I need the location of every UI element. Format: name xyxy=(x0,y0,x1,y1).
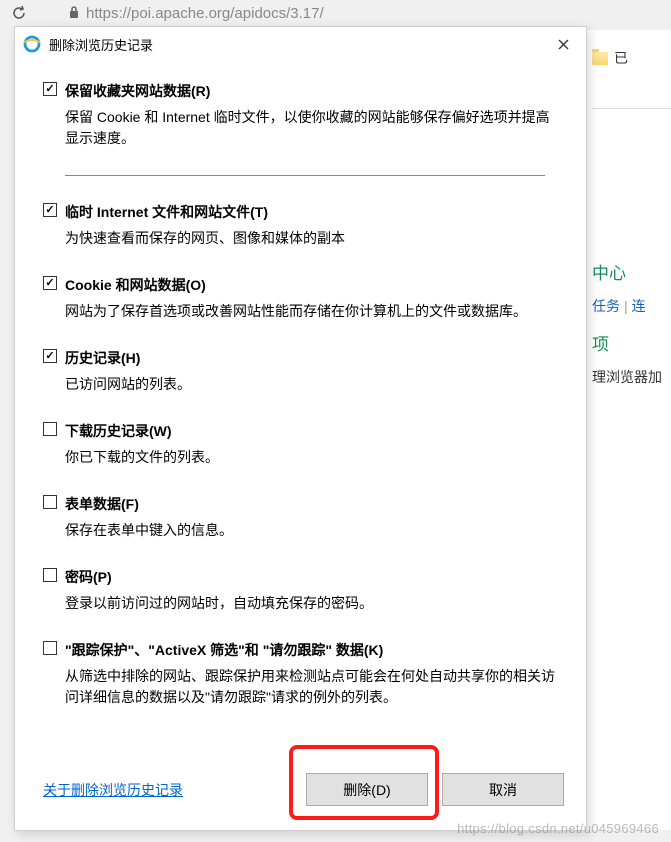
lock-icon xyxy=(68,5,80,22)
label-favorites[interactable]: 保留收藏夹网站数据(R) xyxy=(65,81,210,101)
ie-icon xyxy=(23,35,41,53)
reload-icon[interactable] xyxy=(10,4,28,22)
desc-cookies: 网站为了保存首选项或改善网站性能而存储在你计算机上的文件或数据库。 xyxy=(65,301,558,322)
desc-tracking: 从筛选中排除的网站、跟踪保护用来检测站点可能会在何处自动共享你的相关访问详细信息… xyxy=(65,666,558,708)
option-tracking: "跟踪保护"、"ActiveX 筛选"和 "请勿跟踪" 数据(K) 从筛选中排除… xyxy=(43,640,558,708)
label-history[interactable]: 历史记录(H) xyxy=(65,348,140,368)
option-passwords: 密码(P) 登录以前访问过的网站时，自动填充保存的密码。 xyxy=(43,567,558,614)
dialog-titlebar: 删除浏览历史记录 xyxy=(15,27,586,61)
checkbox-passwords[interactable] xyxy=(43,568,57,582)
desc-passwords: 登录以前访问过的网站时，自动填充保存的密码。 xyxy=(65,593,558,614)
delete-button[interactable]: 删除(D) xyxy=(306,773,428,806)
checkbox-downloads[interactable] xyxy=(43,422,57,436)
checkbox-temp-files[interactable] xyxy=(43,203,57,217)
label-downloads[interactable]: 下载历史记录(W) xyxy=(65,421,172,441)
watermark: https://blog.csdn.net/u045969466 xyxy=(457,821,659,836)
option-downloads: 下载历史记录(W) 你已下载的文件的列表。 xyxy=(43,421,558,468)
option-history: 历史记录(H) 已访问网站的列表。 xyxy=(43,348,558,395)
checkbox-history[interactable] xyxy=(43,349,57,363)
close-button[interactable] xyxy=(548,32,578,56)
desc-favorites: 保留 Cookie 和 Internet 临时文件，以使你收藏的网站能够保存偏好… xyxy=(65,107,558,149)
option-temp-files: 临时 Internet 文件和网站文件(T) 为快速查看而保存的网页、图像和媒体… xyxy=(43,202,558,249)
label-temp-files[interactable]: 临时 Internet 文件和网站文件(T) xyxy=(65,202,268,222)
desc-temp-files: 为快速查看而保存的网页、图像和媒体的副本 xyxy=(65,228,558,249)
desc-downloads: 你已下载的文件的列表。 xyxy=(65,447,558,468)
bg-text: 理浏览器加 xyxy=(592,367,671,387)
option-form-data: 表单数据(F) 保存在表单中键入的信息。 xyxy=(43,494,558,541)
bg-tasks-link[interactable]: 任务 xyxy=(592,298,620,314)
background-panel: 已 中心 任务|连 项 理浏览器加 xyxy=(581,30,671,830)
checkbox-cookies[interactable] xyxy=(43,276,57,290)
desc-history: 已访问网站的列表。 xyxy=(65,374,558,395)
label-cookies[interactable]: Cookie 和网站数据(O) xyxy=(65,275,206,295)
dialog-content: 保留收藏夹网站数据(R) 保留 Cookie 和 Internet 临时文件，以… xyxy=(15,61,586,773)
bg-link2[interactable]: 连 xyxy=(632,298,646,314)
folder-icon xyxy=(592,52,608,65)
help-link[interactable]: 关于删除浏览历史记录 xyxy=(43,780,183,800)
delete-history-dialog: 删除浏览历史记录 保留收藏夹网站数据(R) 保留 Cookie 和 Intern… xyxy=(14,26,587,831)
option-cookies: Cookie 和网站数据(O) 网站为了保存首选项或改善网站性能而存储在你计算机… xyxy=(43,275,558,322)
dialog-title: 删除浏览历史记录 xyxy=(49,35,153,54)
browser-address-bar: https://poi.apache.org/apidocs/3.17/ xyxy=(0,0,671,26)
bg-item-heading: 项 xyxy=(592,330,671,355)
bookmark-folder[interactable]: 已 xyxy=(592,48,671,68)
label-tracking[interactable]: "跟踪保护"、"ActiveX 筛选"和 "请勿跟踪" 数据(K) xyxy=(65,640,383,660)
bg-center-heading: 中心 xyxy=(592,259,671,284)
bg-tasks-row: 任务|连 xyxy=(592,296,671,316)
label-form-data[interactable]: 表单数据(F) xyxy=(65,494,139,514)
desc-form-data: 保存在表单中键入的信息。 xyxy=(65,520,558,541)
checkbox-form-data[interactable] xyxy=(43,495,57,509)
url-text[interactable]: https://poi.apache.org/apidocs/3.17/ xyxy=(86,5,324,22)
checkbox-favorites[interactable] xyxy=(43,82,57,96)
label-passwords[interactable]: 密码(P) xyxy=(65,567,112,587)
option-favorites: 保留收藏夹网站数据(R) 保留 Cookie 和 Internet 临时文件，以… xyxy=(43,81,558,149)
folder-label: 已 xyxy=(614,48,628,68)
cancel-button[interactable]: 取消 xyxy=(442,773,564,806)
checkbox-tracking[interactable] xyxy=(43,641,57,655)
divider xyxy=(65,175,545,176)
